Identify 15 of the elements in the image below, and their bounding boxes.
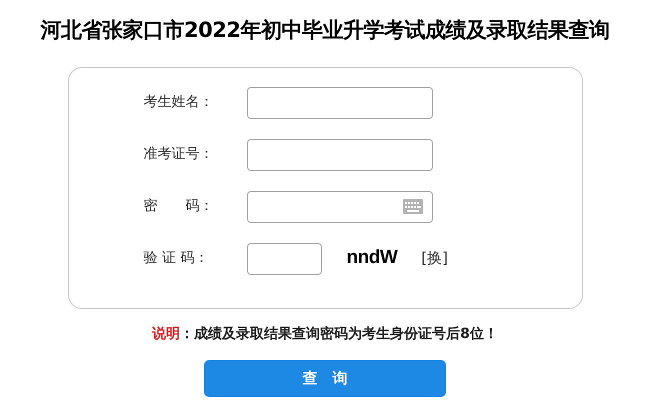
page-title: 河北省张家口市2022年初中毕业升学考试成绩及录取结果查询 xyxy=(40,17,610,44)
captcha-field[interactable] xyxy=(246,242,322,274)
field-label: 密 码： xyxy=(144,197,214,216)
password-field[interactable] xyxy=(246,190,432,222)
field-label: 考生姓名： xyxy=(144,93,214,112)
query-button[interactable]: 查 询 xyxy=(204,360,446,396)
keyboard-icon[interactable] xyxy=(402,199,422,214)
field-label: 准考证号： xyxy=(144,145,214,164)
refresh-link[interactable]: [换] xyxy=(421,247,448,270)
note-text: ：成绩及录取结果查询密码为考生身份证号后8位！ xyxy=(180,324,498,344)
input-field[interactable] xyxy=(246,138,432,170)
note-label: 说明 xyxy=(152,324,180,344)
field-label: 验 证 码： xyxy=(144,249,210,268)
captcha-image-text: nndW xyxy=(346,246,398,270)
input-field[interactable] xyxy=(246,86,432,118)
